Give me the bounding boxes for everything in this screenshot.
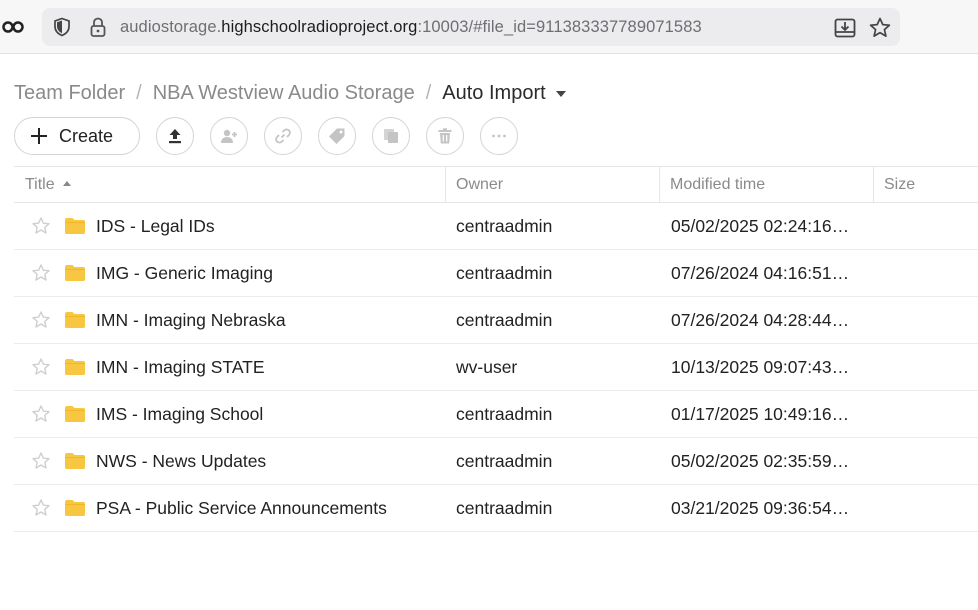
modified-time: 05/02/2025 02:24:16… <box>671 215 850 236</box>
sort-ascending-icon <box>62 181 71 186</box>
star-icon[interactable] <box>31 357 51 377</box>
delete-icon <box>438 128 452 144</box>
owner-name: centraadmin <box>456 215 553 236</box>
modified-time: 10/13/2025 09:07:43… <box>671 356 850 377</box>
delete-button[interactable] <box>426 117 464 155</box>
more-button[interactable] <box>480 117 518 155</box>
owner-name: centraadmin <box>456 309 553 330</box>
file-name[interactable]: IMN - Imaging STATE <box>96 357 265 378</box>
download-tray-icon[interactable] <box>834 17 856 39</box>
star-icon[interactable] <box>31 263 51 283</box>
column-owner-label: Owner <box>456 175 504 193</box>
url-suffix: :10003/#file_id=911383337789071583 <box>417 18 702 36</box>
file-name[interactable]: IMN - Imaging Nebraska <box>96 310 286 331</box>
star-icon[interactable] <box>31 404 51 424</box>
table-row[interactable]: IMS - Imaging School centraadmin 01/17/2… <box>14 391 978 438</box>
url-prefix: audiostorage. <box>120 18 222 36</box>
folder-icon <box>65 453 85 469</box>
table-row[interactable]: IMN - Imaging STATE wv-user 10/13/2025 0… <box>14 344 978 391</box>
browser-toolbar: audiostorage.highschoolradioproject.org:… <box>0 0 978 54</box>
share-user-button[interactable] <box>210 117 248 155</box>
file-name[interactable]: IDS - Legal IDs <box>96 216 215 237</box>
folder-icon <box>65 265 85 281</box>
bookmark-star-icon[interactable] <box>868 16 892 40</box>
breadcrumb-team-folder[interactable]: Team Folder <box>14 82 125 105</box>
modified-time: 03/21/2025 09:36:54… <box>671 497 850 518</box>
owner-name: wv-user <box>456 356 518 377</box>
table-row[interactable]: PSA - Public Service Announcements centr… <box>14 485 978 532</box>
address-bar[interactable]: audiostorage.highschoolradioproject.org:… <box>42 8 900 46</box>
copy-icon <box>384 129 398 143</box>
file-name[interactable]: NWS - News Updates <box>96 451 266 472</box>
column-header-owner[interactable]: Owner <box>446 167 660 202</box>
tag-button[interactable] <box>318 117 356 155</box>
star-icon[interactable] <box>31 216 51 236</box>
caret-down-icon[interactable] <box>555 91 566 97</box>
modified-time: 05/02/2025 02:35:59… <box>671 450 850 471</box>
link-button[interactable] <box>264 117 302 155</box>
upload-icon <box>169 129 181 144</box>
file-table: Title Owner Modified time Size IDS - Leg… <box>14 166 978 532</box>
file-name[interactable]: IMG - Generic Imaging <box>96 263 273 284</box>
copy-button[interactable] <box>372 117 410 155</box>
folder-icon <box>65 500 85 516</box>
url-text[interactable]: audiostorage.highschoolradioproject.org:… <box>120 18 702 37</box>
breadcrumb: Team Folder / NBA Westview Audio Storage… <box>14 80 566 106</box>
folder-icon <box>65 359 85 375</box>
create-label: Create <box>59 125 114 146</box>
modified-time: 07/26/2024 04:16:51… <box>671 262 850 283</box>
breadcrumb-library[interactable]: NBA Westview Audio Storage <box>153 82 415 105</box>
folder-icon <box>65 312 85 328</box>
column-size-label: Size <box>884 175 916 193</box>
share-user-icon <box>221 129 237 143</box>
column-title-label: Title <box>25 175 55 193</box>
create-button[interactable]: Create <box>14 117 140 155</box>
more-icon <box>492 134 506 138</box>
table-row[interactable]: IDS - Legal IDs centraadmin 05/02/2025 0… <box>14 203 978 250</box>
column-header-size[interactable]: Size <box>874 167 978 202</box>
link-icon <box>275 128 291 144</box>
lock-icon[interactable] <box>88 16 108 38</box>
column-header-title[interactable]: Title <box>14 167 446 202</box>
modified-time: 07/26/2024 04:28:44… <box>671 309 850 330</box>
file-name[interactable]: PSA - Public Service Announcements <box>96 498 387 519</box>
file-name[interactable]: IMS - Imaging School <box>96 404 263 425</box>
plus-icon <box>31 128 47 144</box>
table-header: Title Owner Modified time Size <box>14 166 978 203</box>
column-modified-label: Modified time <box>670 175 766 193</box>
owner-name: centraadmin <box>456 450 553 471</box>
folder-icon <box>65 406 85 422</box>
breadcrumb-separator: / <box>425 81 432 104</box>
upload-button[interactable] <box>156 117 194 155</box>
table-row[interactable]: IMG - Generic Imaging centraadmin 07/26/… <box>14 250 978 297</box>
star-icon[interactable] <box>31 451 51 471</box>
star-icon[interactable] <box>31 310 51 330</box>
shield-icon[interactable] <box>52 17 72 37</box>
owner-name: centraadmin <box>456 497 553 518</box>
breadcrumb-separator: / <box>136 81 142 104</box>
owner-name: centraadmin <box>456 262 553 283</box>
breadcrumb-current[interactable]: Auto Import <box>442 82 545 105</box>
table-row[interactable]: IMN - Imaging Nebraska centraadmin 07/26… <box>14 297 978 344</box>
tag-icon <box>329 128 345 144</box>
toolbar: Create <box>14 116 518 156</box>
folder-icon <box>65 218 85 234</box>
owner-name: centraadmin <box>456 403 553 424</box>
column-header-modified[interactable]: Modified time <box>660 167 874 202</box>
table-row[interactable]: NWS - News Updates centraadmin 05/02/202… <box>14 438 978 485</box>
star-icon[interactable] <box>31 498 51 518</box>
extension-icon[interactable] <box>2 17 24 37</box>
url-host: highschoolradioproject.org <box>221 18 418 36</box>
modified-time: 01/17/2025 10:49:16… <box>671 403 850 424</box>
